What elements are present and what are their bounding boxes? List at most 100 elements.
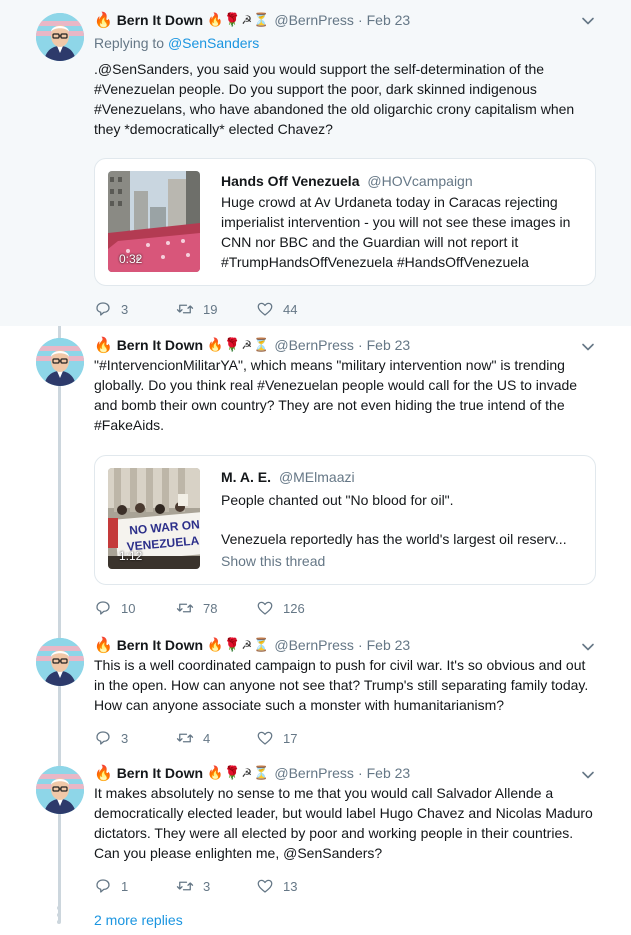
avatar[interactable]	[36, 766, 84, 814]
reply-count: 3	[121, 301, 129, 317]
rose-emoji-icon: 🌹	[224, 337, 241, 352]
separator-dot: ·	[357, 12, 363, 28]
like-count: 13	[283, 878, 298, 894]
replying-to: Replying to @SenSanders	[94, 35, 259, 51]
like-button[interactable]: 17	[256, 729, 336, 747]
author-name[interactable]: Bern It Down	[117, 337, 203, 353]
tweet-date[interactable]: Feb 23	[367, 637, 411, 653]
like-icon	[257, 302, 273, 316]
tweet-text: "#IntervencionMilitarYA", which means "m…	[94, 357, 578, 433]
reply-icon	[96, 879, 110, 893]
author-name[interactable]: Bern It Down	[117, 12, 203, 28]
quoted-tweet[interactable]: 0:32 Hands Off Venezuela @HOVcampaign Hu…	[94, 158, 596, 286]
tweet-header: 🔥 Bern It Down 🔥 🌹 ☭ ⏳ @BernPress · Feb …	[94, 335, 410, 355]
like-button[interactable]: 13	[256, 877, 336, 895]
chevron-down-icon[interactable]	[581, 14, 595, 28]
hourglass-emoji-icon: ⏳	[253, 637, 270, 652]
avatar[interactable]	[36, 638, 84, 686]
quoted-author-name[interactable]: Hands Off Venezuela	[221, 173, 359, 189]
reply-icon	[96, 302, 110, 316]
tweet[interactable]: 🔥 Bern It Down 🔥 🌹 ☭ ⏳ @BernPress · Feb …	[0, 0, 631, 326]
tweet-date[interactable]: Feb 23	[367, 12, 411, 28]
hammer-sickle-emoji-icon: ☭	[241, 638, 253, 652]
retweet-icon	[176, 304, 194, 314]
hourglass-emoji-icon: ⏳	[253, 765, 270, 780]
quoted-tweet[interactable]: NO WAR ON VENEZUELA 1:12 M. A. E. @MElma…	[94, 455, 596, 585]
author-handle[interactable]: @BernPress	[274, 637, 354, 653]
quoted-author-handle[interactable]: @HOVcampaign	[367, 173, 472, 189]
tweet-header: 🔥 Bern It Down 🔥 🌹 ☭ ⏳ @BernPress · Feb …	[94, 10, 410, 30]
video-duration: 0:32	[119, 252, 143, 266]
like-icon	[257, 879, 273, 893]
like-button[interactable]: 126	[256, 599, 336, 617]
tweet[interactable]: 🔥 Bern It Down 🔥 🌹 ☭ ⏳ @BernPress · Feb …	[0, 326, 631, 628]
like-count: 44	[283, 301, 298, 317]
like-count: 17	[283, 730, 298, 746]
separator-dot: ·	[357, 765, 363, 781]
retweet-button[interactable]: 19	[176, 300, 256, 318]
tweet-text: This is a well coordinated campaign to p…	[94, 657, 589, 713]
tweet[interactable]: 🔥 Bern It Down 🔥 🌹 ☭ ⏳ @BernPress · Feb …	[0, 756, 631, 935]
author-name[interactable]: Bern It Down	[117, 637, 203, 653]
retweet-icon	[176, 881, 194, 891]
fire-emoji-icon: 🔥	[94, 765, 113, 782]
reply-count: 3	[121, 730, 129, 746]
quoted-author-name[interactable]: M. A. E.	[221, 469, 271, 485]
retweet-count: 78	[203, 600, 218, 616]
reply-button[interactable]: 1	[94, 877, 176, 895]
author-name[interactable]: Bern It Down	[117, 765, 203, 781]
separator-dot: ·	[357, 337, 363, 353]
retweet-icon	[176, 603, 194, 613]
fire-emoji-icon: 🔥	[94, 337, 113, 354]
author-handle[interactable]: @BernPress	[274, 765, 354, 781]
retweet-button[interactable]: 78	[176, 599, 256, 617]
quoted-video-thumbnail[interactable]: 0:32	[108, 171, 200, 272]
fire-emoji-icon: 🔥	[94, 637, 113, 654]
tweet-actions: 10 78 126	[94, 598, 336, 618]
quoted-video-thumbnail[interactable]: NO WAR ON VENEZUELA 1:12	[108, 468, 200, 569]
retweet-count: 19	[203, 301, 218, 317]
retweet-icon	[176, 733, 194, 743]
reply-button[interactable]: 10	[94, 599, 176, 617]
show-thread-link[interactable]: Show this thread	[221, 553, 325, 569]
quoted-text: Huge crowd at Av Urdaneta today in Carac…	[221, 194, 571, 270]
tweet-header: 🔥 Bern It Down 🔥 🌹 ☭ ⏳ @BernPress · Feb …	[94, 763, 410, 783]
name-emojis: 🔥 🌹 ☭ ⏳	[207, 337, 269, 353]
retweet-button[interactable]: 4	[176, 729, 256, 747]
author-handle[interactable]: @BernPress	[274, 337, 354, 353]
tweet-date[interactable]: Feb 23	[367, 337, 411, 353]
retweet-count: 3	[203, 878, 211, 894]
separator-dot: ·	[357, 637, 363, 653]
reply-count: 10	[121, 600, 136, 616]
tweet-actions: 3 19 44	[94, 299, 336, 319]
retweet-count: 4	[203, 730, 211, 746]
replying-to-handle[interactable]: @SenSanders	[168, 35, 259, 51]
tweet-date[interactable]: Feb 23	[367, 765, 411, 781]
quoted-author: M. A. E. @MElmaazi	[221, 469, 355, 485]
like-button[interactable]: 44	[256, 300, 336, 318]
reply-button[interactable]: 3	[94, 300, 176, 318]
like-icon	[257, 731, 273, 745]
reply-button[interactable]: 3	[94, 729, 176, 747]
name-emojis: 🔥 🌹 ☭ ⏳	[207, 12, 269, 28]
chevron-down-icon[interactable]	[581, 340, 595, 354]
quoted-author-handle[interactable]: @MElmaazi	[279, 469, 355, 485]
retweet-button[interactable]: 3	[176, 877, 256, 895]
chevron-down-icon[interactable]	[581, 640, 595, 654]
rose-emoji-icon: 🌹	[224, 12, 241, 27]
hourglass-emoji-icon: ⏳	[253, 12, 270, 27]
avatar[interactable]	[36, 13, 84, 61]
name-emojis: 🔥 🌹 ☭ ⏳	[207, 765, 269, 781]
avatar[interactable]	[36, 338, 84, 386]
chevron-down-icon[interactable]	[581, 768, 595, 782]
tweet[interactable]: 🔥 Bern It Down 🔥 🌹 ☭ ⏳ @BernPress · Feb …	[0, 628, 631, 756]
reply-icon	[96, 731, 110, 745]
author-handle[interactable]: @BernPress	[274, 12, 354, 28]
reply-icon	[96, 601, 110, 615]
more-replies-link[interactable]: 2 more replies	[94, 912, 183, 928]
tweet-text: .@SenSanders, you said you would support…	[94, 61, 575, 137]
like-icon	[257, 601, 273, 615]
fire-emoji-icon: 🔥	[207, 765, 224, 780]
rose-emoji-icon: 🌹	[224, 637, 241, 652]
like-count: 126	[283, 600, 305, 616]
